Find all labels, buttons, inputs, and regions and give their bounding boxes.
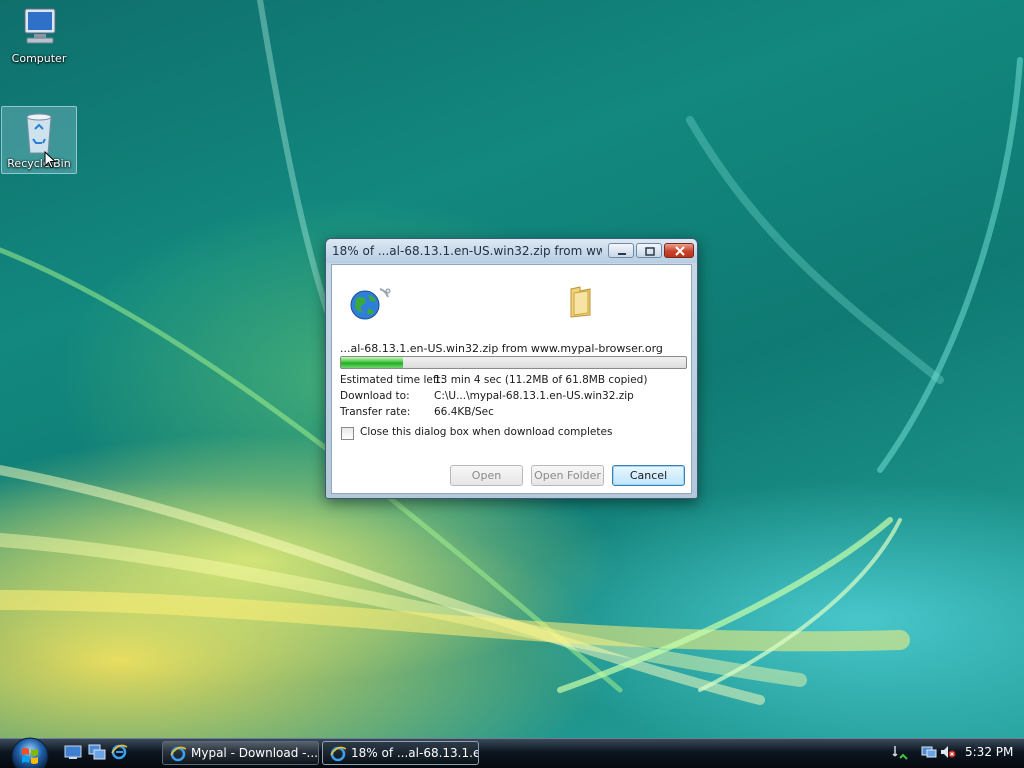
estimated-time-value: 13 min 4 sec (11.2MB of 61.8MB copied) (434, 374, 648, 386)
show-desktop-icon[interactable] (64, 744, 82, 760)
estimated-time-label: Estimated time left: (340, 374, 444, 386)
maximize-icon (645, 247, 655, 256)
computer-icon (24, 8, 56, 44)
maximize-button[interactable] (636, 243, 662, 258)
taskbar-item-download-progress[interactable]: 18% of ...al-68.13.1.e... (322, 741, 479, 765)
desktop-icon-label: Recycle Bin (7, 157, 71, 170)
dialog-titlebar[interactable]: 18% of ...al-68.13.1.en-US.win32.zip fro… (326, 239, 697, 263)
desktop-icon-label: Computer (11, 52, 67, 65)
minimize-button[interactable] (608, 243, 634, 258)
open-folder-button[interactable]: Open Folder (531, 465, 604, 486)
internet-explorer-icon (170, 746, 186, 762)
download-progress-fill (341, 357, 404, 368)
mouse-cursor-icon (44, 151, 56, 169)
close-button[interactable] (664, 243, 694, 258)
taskbar-item-mypal-download[interactable]: Mypal - Download -... (162, 741, 319, 765)
globe-icon (350, 288, 391, 320)
transfer-rate-value: 66.4KB/Sec (434, 406, 494, 418)
switch-windows-icon[interactable] (88, 744, 106, 760)
dialog-title: 18% of ...al-68.13.1.en-US.win32.zip fro… (332, 244, 602, 258)
transfer-rate-label: Transfer rate: (340, 406, 411, 418)
close-when-done-label[interactable]: Close this dialog box when download comp… (360, 426, 612, 438)
taskbar (0, 738, 1024, 768)
desktop-icon-computer[interactable]: Computer (1, 2, 77, 70)
close-when-done-checkbox[interactable] (341, 427, 354, 440)
download-to-value: C:\U...\mypal-68.13.1.en-US.win32.zip (434, 390, 634, 402)
download-to-label: Download to: (340, 390, 410, 402)
download-progress-bar (340, 356, 687, 369)
recycle-bin-icon (26, 113, 52, 154)
taskbar-item-label: Mypal - Download -... (191, 746, 318, 760)
minimize-icon (618, 253, 626, 255)
cancel-button[interactable]: Cancel (612, 465, 685, 486)
folder-icon (570, 286, 591, 318)
download-progress-dialog: 18% of ...al-68.13.1.en-US.win32.zip fro… (325, 238, 698, 499)
monitor-network-icon[interactable] (921, 744, 937, 760)
download-source: ...al-68.13.1.en-US.win32.zip from www.m… (340, 342, 663, 355)
desktop-icon-recycle-bin[interactable]: Recycle Bin (1, 106, 77, 174)
taskbar-item-label: 18% of ...al-68.13.1.e... (351, 746, 479, 760)
volume-muted-icon[interactable] (940, 744, 956, 760)
open-button[interactable]: Open (450, 465, 523, 486)
network-icon[interactable] (892, 744, 908, 760)
close-icon (675, 246, 685, 256)
internet-explorer-icon (330, 746, 346, 762)
start-button[interactable] (9, 735, 51, 768)
internet-explorer-icon[interactable] (110, 744, 128, 760)
taskbar-clock[interactable]: 5:32 PM (965, 745, 1013, 759)
dialog-body: ...al-68.13.1.en-US.win32.zip from www.m… (331, 264, 692, 494)
